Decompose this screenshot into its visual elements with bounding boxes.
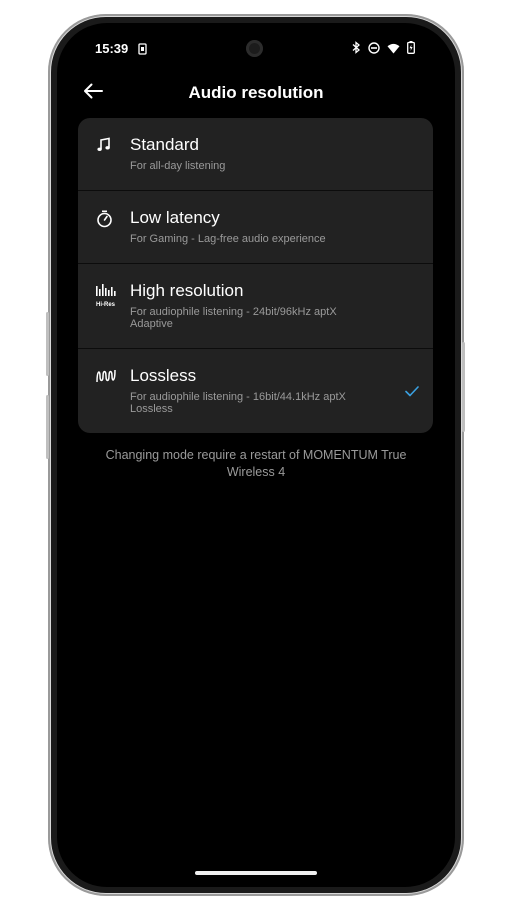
home-indicator[interactable] bbox=[195, 871, 317, 875]
do-not-disturb-icon bbox=[368, 41, 380, 59]
option-high-resolution[interactable]: Hi-Res High resolution For audiophile li… bbox=[78, 264, 433, 349]
side-button bbox=[46, 312, 49, 376]
hi-res-label: Hi-Res bbox=[96, 302, 116, 308]
option-lossless[interactable]: Lossless For audiophile listening - 16bi… bbox=[78, 349, 433, 433]
checkmark-icon bbox=[405, 384, 419, 397]
option-title: Lossless bbox=[130, 366, 197, 385]
waveform-icon bbox=[96, 368, 118, 388]
audio-resolution-options: Standard For all-day listening Low laten… bbox=[78, 118, 433, 433]
option-description: For all-day listening bbox=[130, 160, 226, 172]
status-time: 15:39 bbox=[95, 41, 129, 56]
option-low-latency[interactable]: Low latency For Gaming - Lag-free audio … bbox=[78, 191, 433, 264]
option-title: Standard bbox=[130, 135, 199, 154]
status-bar: 15:39 bbox=[57, 23, 455, 73]
phone-screen: 15:39 Audio resolution Standard For all-… bbox=[57, 23, 455, 887]
stopwatch-icon bbox=[96, 210, 118, 230]
page-title: Audio resolution bbox=[188, 83, 324, 102]
option-title: Low latency bbox=[130, 208, 220, 227]
battery-icon bbox=[407, 41, 415, 59]
restart-notice: Changing mode require a restart of MOMEN… bbox=[105, 448, 407, 479]
hi-res-icon: Hi-Res bbox=[96, 283, 118, 308]
side-button bbox=[46, 395, 49, 459]
app-bar: Audio resolution bbox=[57, 75, 455, 111]
front-camera bbox=[246, 40, 263, 57]
option-description: For audiophile listening - 16bit/44.1kHz… bbox=[130, 391, 346, 415]
option-title: High resolution bbox=[130, 281, 244, 300]
battery-saver-icon bbox=[138, 42, 147, 60]
bluetooth-icon bbox=[352, 41, 361, 59]
option-description: For Gaming - Lag-free audio experience bbox=[130, 233, 326, 245]
option-standard[interactable]: Standard For all-day listening bbox=[78, 118, 433, 191]
music-note-icon bbox=[96, 137, 118, 157]
power-button bbox=[462, 342, 465, 432]
wifi-icon bbox=[387, 41, 400, 59]
option-description: For audiophile listening - 24bit/96kHz a… bbox=[130, 306, 337, 330]
